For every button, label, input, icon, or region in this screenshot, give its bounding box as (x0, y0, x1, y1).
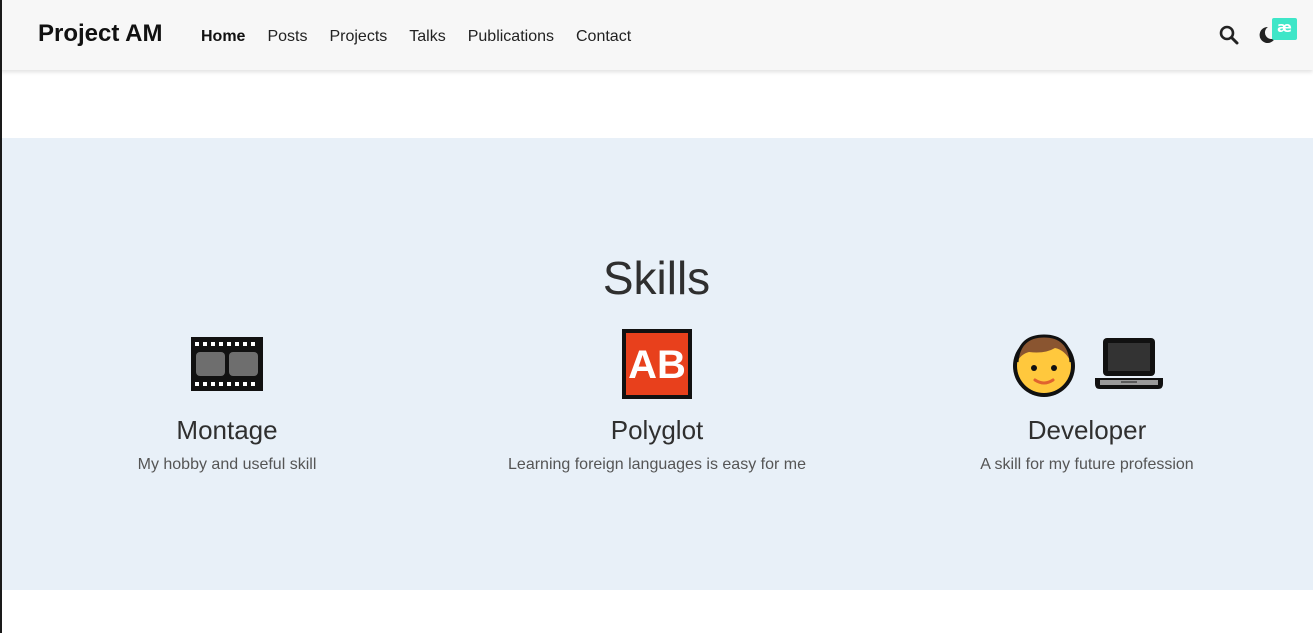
skill-montage: Montage My hobby and useful skill (17, 326, 437, 476)
nav-link-publications[interactable]: Publications (457, 24, 565, 50)
nav-link-contact[interactable]: Contact (565, 24, 642, 50)
skill-description: My hobby and useful skill (137, 456, 317, 473)
skill-description: A skill for my future profession (980, 456, 1194, 473)
nav-links: Home Posts Projects Talks Publications C… (190, 24, 642, 50)
boy-face-icon (1013, 334, 1075, 397)
nav-link-posts[interactable]: Posts (256, 24, 318, 50)
nav-link-home[interactable]: Home (190, 24, 256, 50)
site-brand[interactable]: Project AM (38, 20, 162, 48)
skills-section: Skills Montage My hobby and useful skill (0, 138, 1313, 590)
svg-text:AB: AB (628, 343, 686, 387)
developer-icon (877, 326, 1297, 402)
laptop-icon (1095, 338, 1163, 389)
skill-polyglot: AB Polyglot Learning foreign languages i… (447, 326, 867, 476)
skill-developer: Developer A skill for my future professi… (877, 326, 1297, 476)
skill-description: Learning foreign languages is easy for m… (508, 456, 806, 473)
skill-name: Montage (176, 415, 278, 445)
skill-name: Polyglot (610, 415, 704, 445)
window-left-border (0, 0, 2, 633)
skills-title: Skills (602, 252, 711, 304)
search-icon[interactable] (1219, 25, 1239, 45)
ae-badge[interactable]: æ (1272, 18, 1297, 40)
film-frames-icon (191, 337, 263, 391)
ab-button-icon: AB (622, 329, 692, 399)
nav-link-talks[interactable]: Talks (398, 24, 456, 50)
navbar: Project AM Home Posts Projects Talks Pub… (0, 0, 1313, 70)
skill-name: Developer (1027, 415, 1147, 445)
nav-link-projects[interactable]: Projects (318, 24, 398, 50)
